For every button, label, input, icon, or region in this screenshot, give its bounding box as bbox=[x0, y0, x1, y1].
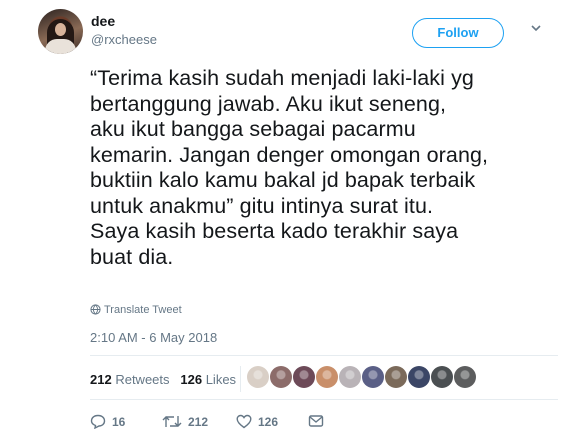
envelope-icon bbox=[308, 415, 324, 427]
reply-count: 16 bbox=[112, 415, 126, 429]
liker-avatar[interactable] bbox=[454, 366, 476, 388]
translate-label: Translate Tweet bbox=[104, 304, 182, 316]
translate-tweet-link[interactable]: Translate Tweet bbox=[90, 304, 182, 318]
liker-avatar[interactable] bbox=[247, 366, 269, 388]
direct-message-button[interactable] bbox=[308, 414, 330, 428]
retweets-stat[interactable]: 212 Retweets bbox=[90, 372, 170, 387]
reply-icon bbox=[90, 414, 106, 430]
liker-avatar[interactable] bbox=[316, 366, 338, 388]
likes-stat[interactable]: 126 Likes bbox=[180, 372, 236, 387]
follow-button[interactable]: Follow bbox=[412, 18, 504, 48]
author-name[interactable]: dee bbox=[91, 13, 115, 29]
liker-avatar[interactable] bbox=[293, 366, 315, 388]
author-handle[interactable]: @rxcheese bbox=[91, 32, 157, 47]
tweet-timestamp[interactable]: 2:10 AM - 6 May 2018 bbox=[90, 330, 217, 345]
reply-button[interactable]: 16 bbox=[90, 414, 126, 430]
likes-label: Likes bbox=[205, 372, 237, 387]
heart-icon bbox=[236, 414, 252, 429]
retweet-icon bbox=[162, 416, 182, 427]
like-count: 126 bbox=[258, 415, 279, 429]
like-button[interactable]: 126 bbox=[236, 414, 278, 429]
liker-avatar[interactable] bbox=[385, 366, 407, 388]
avatar-body bbox=[45, 39, 76, 54]
chevron-down-icon[interactable] bbox=[530, 22, 544, 36]
liker-avatar[interactable] bbox=[339, 366, 361, 388]
globe-icon bbox=[90, 304, 101, 318]
likes-count: 126 bbox=[180, 372, 203, 387]
stats-divider bbox=[240, 366, 241, 392]
liker-avatar[interactable] bbox=[408, 366, 430, 388]
author-avatar[interactable] bbox=[38, 9, 83, 54]
avatar-face bbox=[55, 23, 66, 36]
retweets-label: Retweets bbox=[115, 372, 170, 387]
liker-avatar[interactable] bbox=[362, 366, 384, 388]
retweet-button[interactable]: 212 bbox=[162, 414, 208, 429]
divider-bottom bbox=[90, 399, 558, 400]
liker-avatar[interactable] bbox=[431, 366, 453, 388]
liker-avatar[interactable] bbox=[270, 366, 292, 388]
tweet-stats: 212 Retweets 126 Likes bbox=[90, 372, 236, 387]
retweet-count: 212 bbox=[188, 415, 209, 429]
retweets-count: 212 bbox=[90, 372, 112, 387]
divider-top bbox=[90, 355, 558, 356]
tweet-text: “Terima kasih sudah menjadi laki-laki yg… bbox=[90, 66, 489, 269]
